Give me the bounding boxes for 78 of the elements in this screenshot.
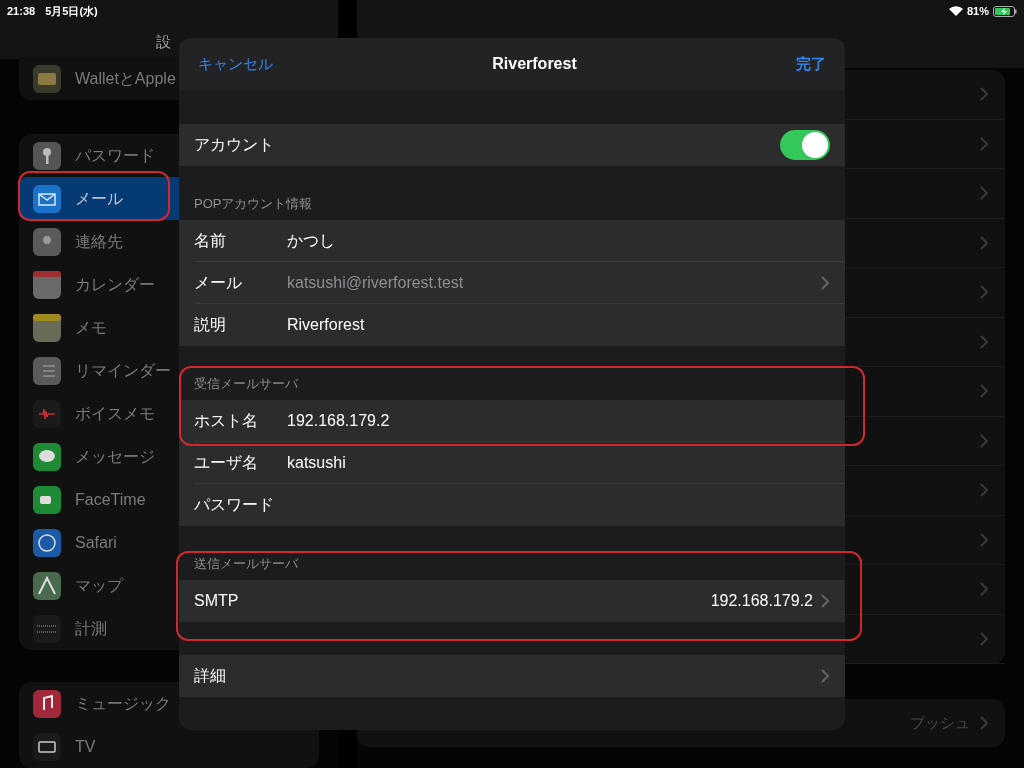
advanced-label: 詳細 xyxy=(194,666,226,686)
status-time: 21:38 xyxy=(7,3,36,19)
chevron-icon xyxy=(821,669,830,683)
list-icon xyxy=(33,356,61,385)
sidebar-item-label: メール xyxy=(75,188,123,209)
chevron-icon xyxy=(980,334,989,349)
account-label: アカウント xyxy=(194,135,274,155)
notepad-icon xyxy=(33,313,61,342)
sidebar-item-label: TV xyxy=(75,736,96,757)
toggle-switch[interactable] xyxy=(780,130,830,160)
section-header: 送信メールサーバ xyxy=(194,554,298,573)
sidebar-item-label: カレンダー xyxy=(75,274,155,295)
field-label: 説明 xyxy=(194,315,227,335)
sidebar-item-label: ミュージック xyxy=(75,693,171,714)
sidebar-title: 設 xyxy=(155,31,171,52)
field-label: ホスト名 xyxy=(194,410,259,431)
chevron-icon xyxy=(980,716,989,730)
chevron-icon xyxy=(980,87,989,102)
tv-icon xyxy=(33,732,61,761)
field-value: かつし xyxy=(287,230,335,251)
ruler-icon xyxy=(33,614,61,643)
sidebar-item-label: メモ xyxy=(75,317,107,338)
field-value: katsushi xyxy=(287,452,346,473)
form-row[interactable]: 名前 かつし xyxy=(194,220,845,262)
advanced-row[interactable]: 詳細 xyxy=(179,655,845,697)
sidebar-item-label: ボイスメモ xyxy=(75,403,155,424)
field-value: 192.168.179.2 xyxy=(287,410,390,431)
chevron-icon xyxy=(980,631,989,646)
music-note-icon xyxy=(33,689,61,718)
form-row[interactable]: パスワード xyxy=(194,484,845,526)
compass-icon xyxy=(33,528,61,557)
chevron-icon xyxy=(980,532,989,547)
sidebar-item-label: WalletとApple xyxy=(75,68,176,89)
chevron-icon xyxy=(980,186,989,201)
battery-percent: 81% xyxy=(966,3,989,19)
status-date: 5月5日(水) xyxy=(45,3,98,19)
chevron-icon xyxy=(980,582,989,597)
chevron-icon xyxy=(980,483,989,498)
chevron-icon xyxy=(980,235,989,250)
wifi-icon xyxy=(948,6,963,16)
sheet-title: Riverforest xyxy=(492,54,577,74)
chevron-icon xyxy=(821,275,830,290)
calendar-icon xyxy=(33,270,61,299)
chevron-icon xyxy=(821,594,830,608)
video-camera-icon xyxy=(33,485,61,514)
form-row[interactable]: 説明 Riverforest xyxy=(194,304,845,346)
section-header: 受信メールサーバ xyxy=(194,374,298,393)
field-value: katsushi@riverforest.test xyxy=(287,272,464,293)
field-label: パスワード xyxy=(194,495,275,515)
sidebar-item-label: 計測 xyxy=(75,618,107,639)
sidebar-item-label: メッセージ xyxy=(75,446,155,467)
section-header: POPアカウント情報 xyxy=(194,194,313,213)
sidebar-item-label: パスワード xyxy=(75,145,155,166)
chevron-icon xyxy=(980,433,989,448)
form-row[interactable]: ホスト名 192.168.179.2 xyxy=(194,400,845,442)
speech-bubble-icon xyxy=(33,442,61,471)
field-label: 名前 xyxy=(194,230,227,251)
form-row[interactable]: ユーザ名 katsushi xyxy=(194,442,845,484)
sidebar-item-label: FaceTime xyxy=(75,489,146,510)
envelope-icon xyxy=(33,184,61,213)
sidebar-item-label: 連絡先 xyxy=(75,231,123,252)
form-row[interactable]: メール katsushi@riverforest.test xyxy=(194,262,845,304)
done-button[interactable]: 完了 xyxy=(796,52,826,76)
wallet-icon xyxy=(33,64,61,93)
field-label: メール xyxy=(194,272,243,293)
waveform-icon xyxy=(33,399,61,428)
sidebar-item-label: Safari xyxy=(75,532,117,553)
field-value: Riverforest xyxy=(287,315,365,335)
key-icon xyxy=(33,141,61,170)
battery-charging-icon xyxy=(993,5,1017,17)
field-label: ユーザ名 xyxy=(194,452,259,473)
sidebar-item-label: リマインダー xyxy=(75,360,171,381)
field-label: SMTP xyxy=(194,591,240,611)
chevron-icon xyxy=(980,285,989,300)
chevron-icon xyxy=(980,384,989,399)
field-value: 192.168.179.2 xyxy=(710,591,813,611)
sidebar-item-label: マップ xyxy=(75,575,123,596)
chevron-icon xyxy=(980,136,989,151)
